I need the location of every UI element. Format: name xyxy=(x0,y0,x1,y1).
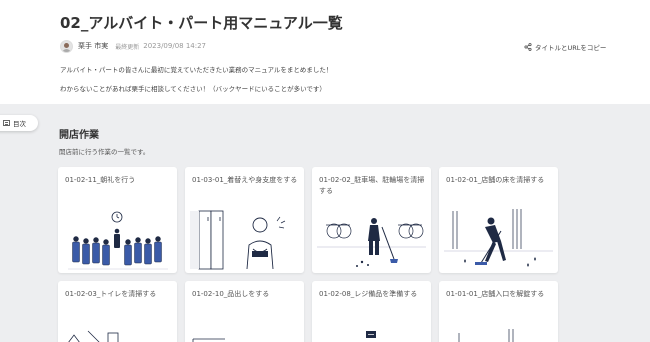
updated-label: 最終更新 xyxy=(115,43,140,51)
card-title: 01-02-03_トイレを清掃する xyxy=(65,290,157,298)
page-meta: 栗手 市実 最終更新 2023/09/08 14:27 xyxy=(60,39,206,53)
morning-meeting-illustration xyxy=(68,211,168,270)
description-line-1: アルバイト・パートの皆さんに最初に覚えていただきたい業務のマニュアルをまとめまし… xyxy=(60,66,333,74)
entrance-illustration xyxy=(458,329,514,342)
page-header: 02_アルバイト・パート用マニュアル一覧 栗手 市実 最終更新 2023/09/… xyxy=(0,0,650,104)
manual-card[interactable]: 01-02-01_店舗の床を清掃する xyxy=(439,167,558,273)
manual-card[interactable]: 01-02-02_駐車場、駐輪場を清掃する xyxy=(312,167,431,273)
parking-cleaning-illustration xyxy=(317,218,426,267)
toilet-illustration xyxy=(68,330,119,342)
manual-card[interactable]: 01-01-01_店舗入口を解錠する xyxy=(439,281,558,342)
card-title: 01-02-08_レジ備品を準備する xyxy=(319,290,418,298)
share-icon xyxy=(524,43,532,51)
floor-cleaning-illustration xyxy=(444,209,553,267)
manual-card[interactable]: 01-03-01_着替えや身支度をする xyxy=(185,167,304,273)
copy-label: タイトルとURLをコピー xyxy=(535,44,607,52)
locker-room-illustration xyxy=(190,210,286,270)
card-title: 01-02-02_駐車場、駐輪場を清掃する xyxy=(319,176,425,195)
section-description: 開店前に行う作業の一覧です。 xyxy=(59,148,150,156)
toc-button[interactable]: 目次 xyxy=(0,115,38,131)
toc-icon xyxy=(3,120,10,126)
stocking-illustration xyxy=(192,338,225,342)
updated-date: 2023/09/08 14:27 xyxy=(143,42,206,50)
toc-label: 目次 xyxy=(13,120,26,128)
manual-card[interactable]: 01-02-11_朝礼を行う xyxy=(58,167,177,273)
card-title: 01-02-01_店舗の床を清掃する xyxy=(446,176,545,184)
manual-card[interactable]: 01-02-10_品出しをする xyxy=(185,281,304,342)
card-title: 01-01-01_店舗入口を解錠する xyxy=(446,290,545,298)
register-illustration xyxy=(366,331,376,338)
author-name[interactable]: 栗手 市実 xyxy=(78,41,108,51)
card-title: 01-02-10_品出しをする xyxy=(192,290,270,298)
page-title: 02_アルバイト・パート用マニュアル一覧 xyxy=(60,14,343,32)
card-title: 01-03-01_着替えや身支度をする xyxy=(192,176,298,184)
manual-card[interactable]: 01-02-03_トイレを清掃する xyxy=(58,281,177,342)
avatar[interactable] xyxy=(60,39,73,53)
section-title: 開店作業 xyxy=(59,130,99,141)
card-title: 01-02-11_朝礼を行う xyxy=(65,176,136,184)
description-line-2: わからないことがあれば栗手に相談してください！（バックヤードにいることが多いです… xyxy=(60,85,326,93)
manual-card[interactable]: 01-02-08_レジ備品を準備する xyxy=(312,281,431,342)
copy-title-url-button[interactable]: タイトルとURLをコピー xyxy=(524,42,606,52)
